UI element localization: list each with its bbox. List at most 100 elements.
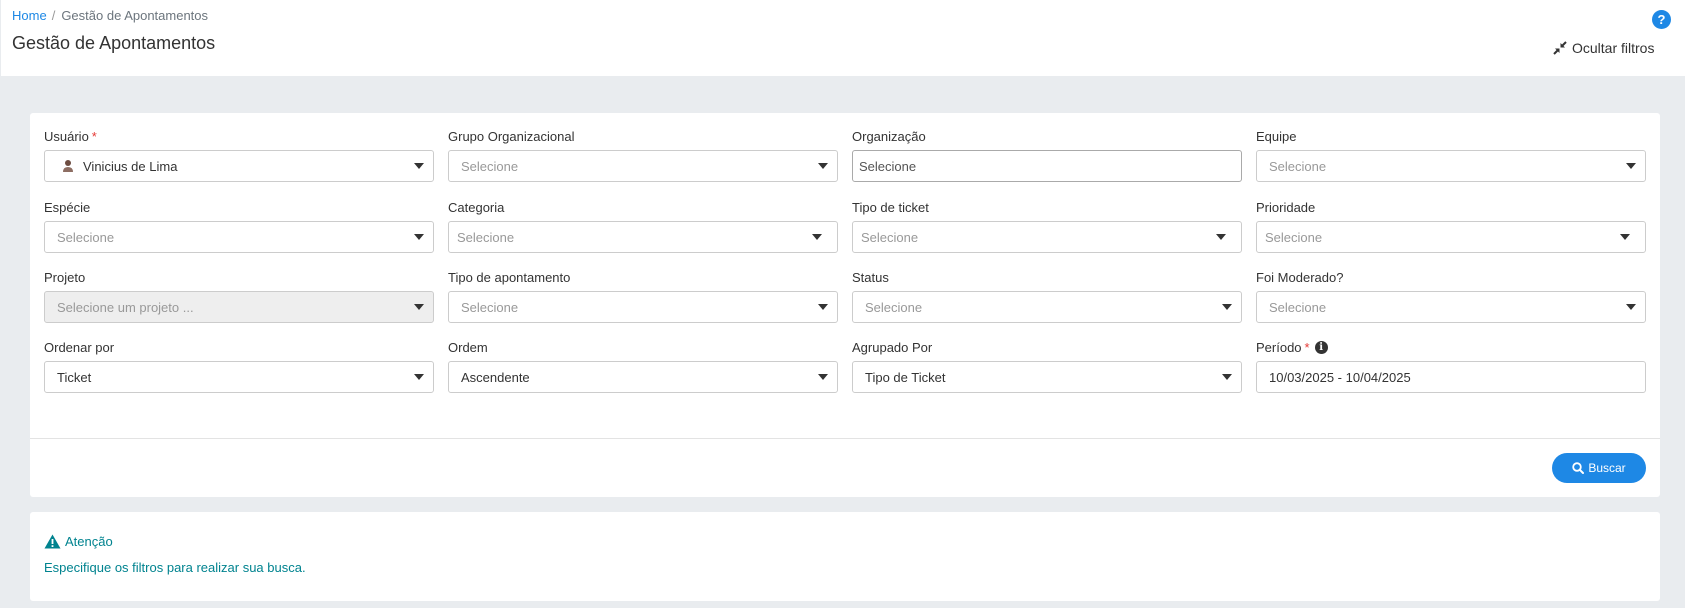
foi-moderado-label: Foi Moderado? (1256, 269, 1344, 285)
ordenar-por-label: Ordenar por (44, 339, 115, 355)
especie-label: Espécie (44, 199, 91, 215)
periodo-value: 10/03/2025 - 10/04/2025 (1269, 369, 1411, 385)
tipo-apontamento-label: Tipo de apontamento (448, 269, 571, 285)
ordem-select[interactable]: Ascendente (448, 361, 838, 393)
alert-message: Especifique os filtros para realizar sua… (44, 560, 306, 575)
hide-filters-label: Ocultar filtros (1572, 40, 1655, 56)
breadcrumb-home-link[interactable]: Home (12, 8, 47, 23)
breadcrumb-current: Gestão de Apontamentos (61, 8, 209, 23)
warning-icon (44, 534, 61, 549)
field-usuario: Usuário * Vinicius de Lima (44, 128, 434, 182)
alert-panel: Atenção Especifique os filtros para real… (30, 512, 1660, 601)
chevron-down-icon (818, 374, 828, 380)
alert-title: Atenção (44, 534, 113, 549)
prioridade-placeholder: Selecione (1265, 229, 1323, 245)
chevron-down-icon (414, 304, 424, 310)
field-especie: Espécie Selecione (44, 199, 434, 253)
periodo-input[interactable]: 10/03/2025 - 10/04/2025 (1256, 361, 1646, 393)
projeto-placeholder: Selecione um projeto ... (57, 299, 194, 315)
info-icon[interactable]: i (1314, 340, 1328, 354)
hide-filters-button[interactable]: Ocultar filtros (1553, 40, 1654, 56)
projeto-label: Projeto (44, 269, 86, 285)
search-icon (1572, 462, 1585, 474)
organizacao-label: Organização (852, 128, 926, 144)
chevron-down-icon (1626, 163, 1636, 169)
status-select[interactable]: Selecione (852, 291, 1242, 323)
usuario-value: Vinicius de Lima (83, 158, 178, 174)
usuario-select[interactable]: Vinicius de Lima (44, 150, 434, 182)
filter-panel: Usuário * Vinicius de Lima Grupo Organiza… (30, 113, 1660, 497)
field-grupo-organizacional: Grupo Organizacional Selecione (448, 128, 838, 182)
field-tipo-ticket: Tipo de ticket Selecione (852, 199, 1242, 253)
chevron-down-icon (414, 234, 424, 240)
equipe-label: Equipe (1256, 128, 1297, 144)
equipe-placeholder: Selecione (1269, 158, 1327, 174)
foi-moderado-select[interactable]: Selecione (1256, 291, 1646, 323)
field-agrupado-por: Agrupado Por Tipo de Ticket (852, 339, 1242, 393)
required-marker: * (91, 128, 97, 144)
chevron-down-icon (414, 374, 424, 380)
tipo-apontamento-placeholder: Selecione (461, 299, 519, 315)
breadcrumb: Home / Gestão de Apontamentos (12, 8, 208, 23)
especie-placeholder: Selecione (57, 229, 115, 245)
categoria-select[interactable]: Selecione (448, 221, 838, 253)
tipo-ticket-placeholder: Selecione (861, 229, 919, 245)
field-prioridade: Prioridade Selecione (1256, 199, 1646, 253)
foi-moderado-placeholder: Selecione (1269, 299, 1327, 315)
field-periodo: Período * i 10/03/2025 - 10/04/2025 (1256, 339, 1646, 393)
chevron-down-icon (818, 163, 828, 169)
tipo-ticket-label: Tipo de ticket (852, 199, 929, 215)
chevron-down-icon (1216, 234, 1226, 240)
field-ordem: Ordem Ascendente (448, 339, 838, 393)
page-title: Gestão de Apontamentos (12, 33, 216, 53)
user-icon (63, 160, 73, 172)
field-equipe: Equipe Selecione (1256, 128, 1646, 182)
field-ordenar-por: Ordenar por Ticket (44, 339, 434, 393)
chevron-down-icon (818, 304, 828, 310)
tipo-ticket-select[interactable]: Selecione (852, 221, 1242, 253)
chevron-down-icon (1626, 304, 1636, 310)
help-icon[interactable]: ? (1652, 10, 1671, 29)
search-button-label: Buscar (1588, 461, 1626, 475)
page-header: Home / Gestão de Apontamentos Gestão de Ap… (1, 0, 1685, 76)
organizacao-placeholder: Selecione (859, 158, 917, 174)
especie-select[interactable]: Selecione (44, 221, 434, 253)
chevron-down-icon (1222, 304, 1232, 310)
equipe-select[interactable]: Selecione (1256, 150, 1646, 182)
agrupado-por-value: Tipo de Ticket (865, 369, 946, 385)
field-organizacao: Organização Selecione (852, 128, 1242, 182)
prioridade-label: Prioridade (1256, 199, 1316, 215)
field-tipo-apontamento: Tipo de apontamento Selecione (448, 269, 838, 323)
chevron-down-icon (414, 163, 424, 169)
field-foi-moderado: Foi Moderado? Selecione (1256, 269, 1646, 323)
grupo-organizacional-label: Grupo Organizacional (448, 128, 575, 144)
grupo-organizacional-select[interactable]: Selecione (448, 150, 838, 182)
categoria-label: Categoria (448, 199, 505, 215)
field-status: Status Selecione (852, 269, 1242, 323)
chevron-down-icon (812, 234, 822, 240)
agrupado-por-label: Agrupado Por (852, 339, 933, 355)
agrupado-por-select[interactable]: Tipo de Ticket (852, 361, 1242, 393)
field-projeto: Projeto Selecione um projeto ... (44, 269, 434, 323)
status-placeholder: Selecione (865, 299, 923, 315)
chevron-down-icon (1620, 234, 1630, 240)
periodo-label: Período * i (1256, 339, 1646, 355)
breadcrumb-separator: / (51, 8, 56, 23)
categoria-placeholder: Selecione (457, 229, 515, 245)
grupo-organizacional-placeholder: Selecione (461, 158, 519, 174)
projeto-select[interactable]: Selecione um projeto ... (44, 291, 434, 323)
prioridade-select[interactable]: Selecione (1256, 221, 1646, 253)
search-button[interactable]: Buscar (1552, 453, 1646, 483)
ordenar-por-value: Ticket (57, 369, 92, 385)
field-categoria: Categoria Selecione (448, 199, 838, 253)
tipo-apontamento-select[interactable]: Selecione (448, 291, 838, 323)
chevron-down-icon (1222, 374, 1232, 380)
status-label: Status (852, 269, 889, 285)
required-marker: * (1304, 339, 1310, 355)
compress-icon (1553, 41, 1567, 55)
ordem-value: Ascendente (461, 369, 530, 385)
organizacao-input[interactable]: Selecione (852, 150, 1242, 182)
usuario-label: Usuário * (44, 128, 97, 144)
ordem-label: Ordem (448, 339, 488, 355)
ordenar-por-select[interactable]: Ticket (44, 361, 434, 393)
